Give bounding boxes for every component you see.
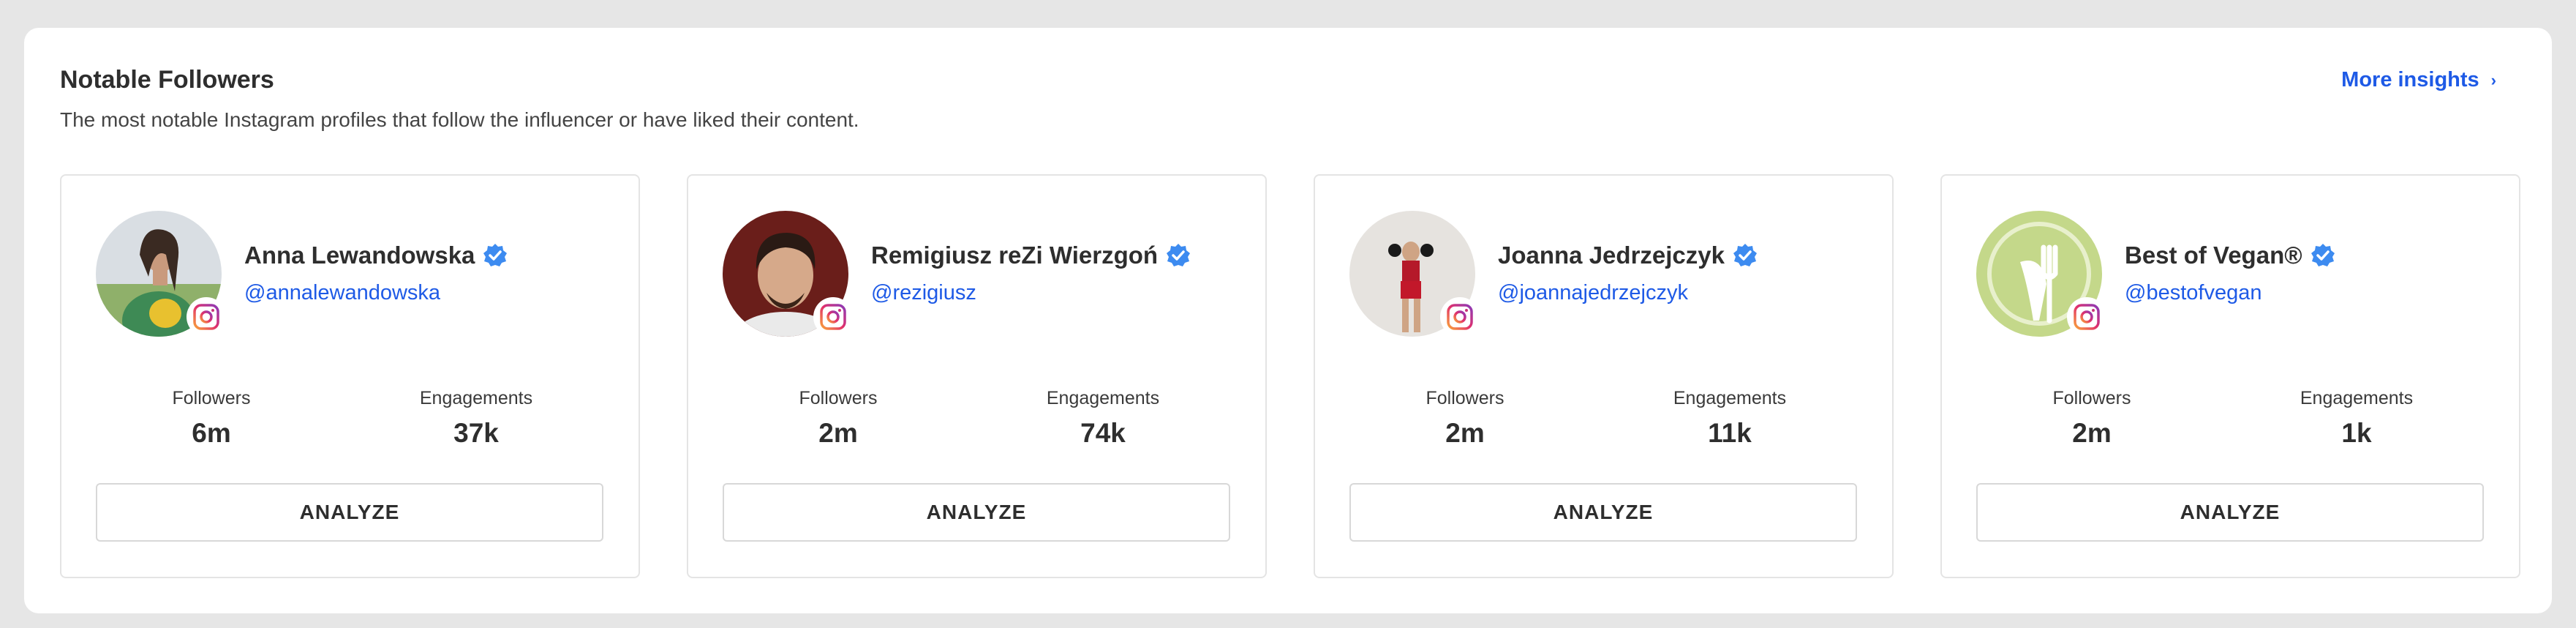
panel-title: Notable Followers	[60, 66, 274, 94]
name-row: Remigiusz reZi Wierzgoń	[871, 242, 1191, 269]
followers-stat: Followers 2m	[1370, 388, 1560, 449]
verified-badge-icon	[1165, 242, 1191, 269]
profile-handle-link[interactable]: @joannajedrzejczyk	[1498, 281, 1688, 305]
avatar-wrap	[96, 211, 226, 337]
name-row: Best of Vegan®	[2125, 242, 2336, 269]
followers-label: Followers	[1426, 388, 1504, 408]
engagements-stat: Engagements 11k	[1635, 388, 1825, 449]
analyze-button[interactable]: ANALYZE	[1349, 483, 1857, 542]
profile-handle-link[interactable]: @bestofvegan	[2125, 281, 2261, 305]
instagram-badge	[2067, 297, 2106, 337]
followers-value: 6m	[192, 418, 231, 448]
profile-handle-link[interactable]: @rezigiusz	[871, 281, 976, 305]
profile-name: Anna Lewandowska	[244, 242, 475, 269]
engagements-stat: Engagements 74k	[1008, 388, 1198, 449]
instagram-badge	[1440, 297, 1480, 337]
followers-stat: Followers 6m	[116, 388, 306, 449]
more-insights-label: More insights	[2341, 68, 2479, 91]
followers-value: 2m	[2072, 418, 2112, 448]
engagements-value: 11k	[1708, 418, 1752, 448]
follower-card: Anna Lewandowska @annalewandowska Follow…	[60, 174, 640, 578]
instagram-icon	[2074, 304, 2100, 330]
engagements-value: 74k	[1080, 418, 1126, 448]
verified-badge-icon	[1732, 242, 1758, 269]
chevron-right-icon: ›	[2490, 70, 2496, 89]
followers-label: Followers	[172, 388, 251, 408]
instagram-icon	[820, 304, 846, 330]
followers-value: 2m	[1445, 418, 1485, 448]
engagements-label: Engagements	[2300, 388, 2414, 408]
engagements-label: Engagements	[1673, 388, 1787, 408]
follower-card: Remigiusz reZi Wierzgoń @rezigiusz Follo…	[687, 174, 1267, 578]
instagram-icon	[193, 304, 219, 330]
engagements-value: 37k	[453, 418, 499, 448]
instagram-badge	[187, 297, 226, 337]
followers-label: Followers	[2052, 388, 2131, 408]
instagram-icon	[1447, 304, 1473, 330]
more-insights-link[interactable]: More insights ›	[2341, 68, 2496, 92]
analyze-button[interactable]: ANALYZE	[723, 483, 1230, 542]
followers-value: 2m	[818, 418, 858, 448]
follower-card: Joanna Jedrzejczyk @joannajedrzejczyk Fo…	[1314, 174, 1894, 578]
profile-name: Remigiusz reZi Wierzgoń	[871, 242, 1159, 269]
engagements-label: Engagements	[1046, 388, 1160, 408]
engagements-stat: Engagements 37k	[381, 388, 571, 449]
notable-followers-panel: Notable Followers The most notable Insta…	[24, 28, 2552, 613]
avatar-wrap	[723, 211, 853, 337]
profile-name: Joanna Jedrzejczyk	[1498, 242, 1725, 269]
avatar-wrap	[1349, 211, 1480, 337]
verified-badge-icon	[2310, 242, 2336, 269]
profile-handle-link[interactable]: @annalewandowska	[244, 281, 440, 305]
followers-label: Followers	[799, 388, 878, 408]
name-row: Joanna Jedrzejczyk	[1498, 242, 1758, 269]
profile-name: Best of Vegan®	[2125, 242, 2302, 269]
engagements-stat: Engagements 1k	[2261, 388, 2452, 449]
name-row: Anna Lewandowska	[244, 242, 508, 269]
analyze-button[interactable]: ANALYZE	[1976, 483, 2484, 542]
followers-stat: Followers 2m	[743, 388, 933, 449]
analyze-button[interactable]: ANALYZE	[96, 483, 603, 542]
avatar-wrap	[1976, 211, 2106, 337]
followers-stat: Followers 2m	[1997, 388, 2187, 449]
panel-subtitle: The most notable Instagram profiles that…	[60, 108, 859, 131]
follower-card: Best of Vegan® @bestofvegan Followers 2m…	[1940, 174, 2520, 578]
instagram-badge	[813, 297, 853, 337]
engagements-label: Engagements	[419, 388, 533, 408]
engagements-value: 1k	[2341, 418, 2372, 448]
verified-badge-icon	[482, 242, 508, 269]
